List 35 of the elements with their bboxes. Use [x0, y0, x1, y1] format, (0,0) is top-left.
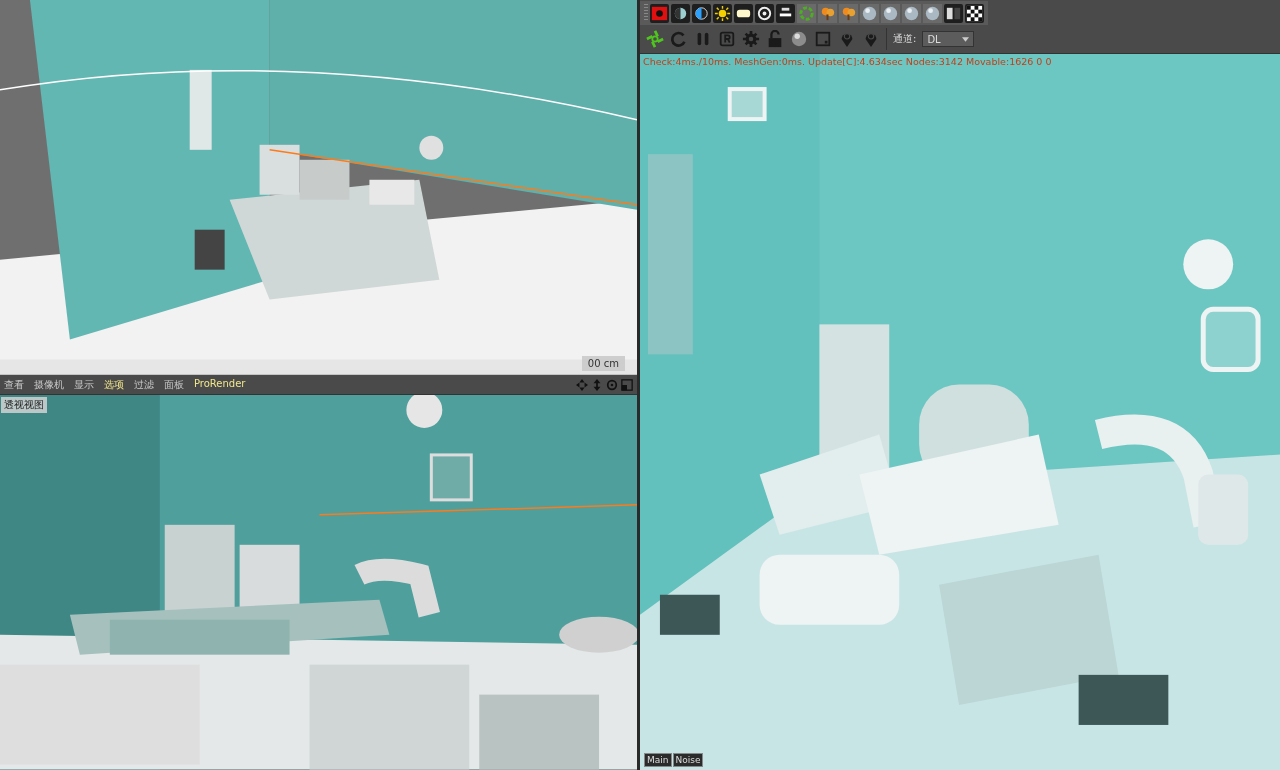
- channel-label: 通道:: [893, 32, 917, 46]
- menu-item[interactable]: 选项: [104, 377, 124, 392]
- menu-item[interactable]: 显示: [74, 377, 94, 392]
- ball-icon[interactable]: [790, 30, 808, 48]
- menu-item[interactable]: 面板: [164, 377, 184, 392]
- sphere-icon[interactable]: [923, 3, 942, 23]
- camera-icon[interactable]: [650, 3, 669, 23]
- viewport-title: 透视视图: [1, 397, 47, 414]
- checker-icon[interactable]: [965, 3, 984, 23]
- menu-item[interactable]: 查看: [4, 377, 24, 392]
- sphere-icon[interactable]: [860, 3, 879, 23]
- sun-icon[interactable]: [713, 3, 732, 23]
- sphere-icon[interactable]: [881, 3, 900, 23]
- updown-icon[interactable]: [591, 378, 603, 391]
- spin-icon[interactable]: [646, 30, 664, 48]
- target-icon[interactable]: [755, 3, 774, 23]
- light-icon[interactable]: [734, 3, 753, 23]
- frame-icon[interactable]: [814, 30, 832, 48]
- maximize-icon[interactable]: [621, 378, 633, 391]
- render-status: Check:4ms./10ms. MeshGen:0ms. Update[C]:4.634sec Nodes:3142 Movable:1626 0 0: [643, 56, 1052, 67]
- caret-icon: [962, 36, 970, 42]
- move-icon[interactable]: [576, 378, 588, 391]
- render-layer-tab[interactable]: Main: [644, 753, 672, 767]
- refresh-icon[interactable]: [670, 30, 688, 48]
- tree-icon[interactable]: [839, 3, 858, 23]
- rotate-icon[interactable]: [606, 378, 618, 391]
- channel-dropdown[interactable]: DL: [922, 31, 975, 47]
- menu-item[interactable]: ProRender: [194, 377, 246, 392]
- menu-item[interactable]: 摄像机: [34, 377, 64, 392]
- gear-icon[interactable]: [742, 30, 760, 48]
- sphere-icon[interactable]: [902, 3, 921, 23]
- tree-icon[interactable]: [818, 3, 837, 23]
- render-layer-tab[interactable]: Noise: [672, 753, 704, 767]
- menu-item[interactable]: 过滤: [134, 377, 154, 392]
- lock-icon[interactable]: [766, 30, 784, 48]
